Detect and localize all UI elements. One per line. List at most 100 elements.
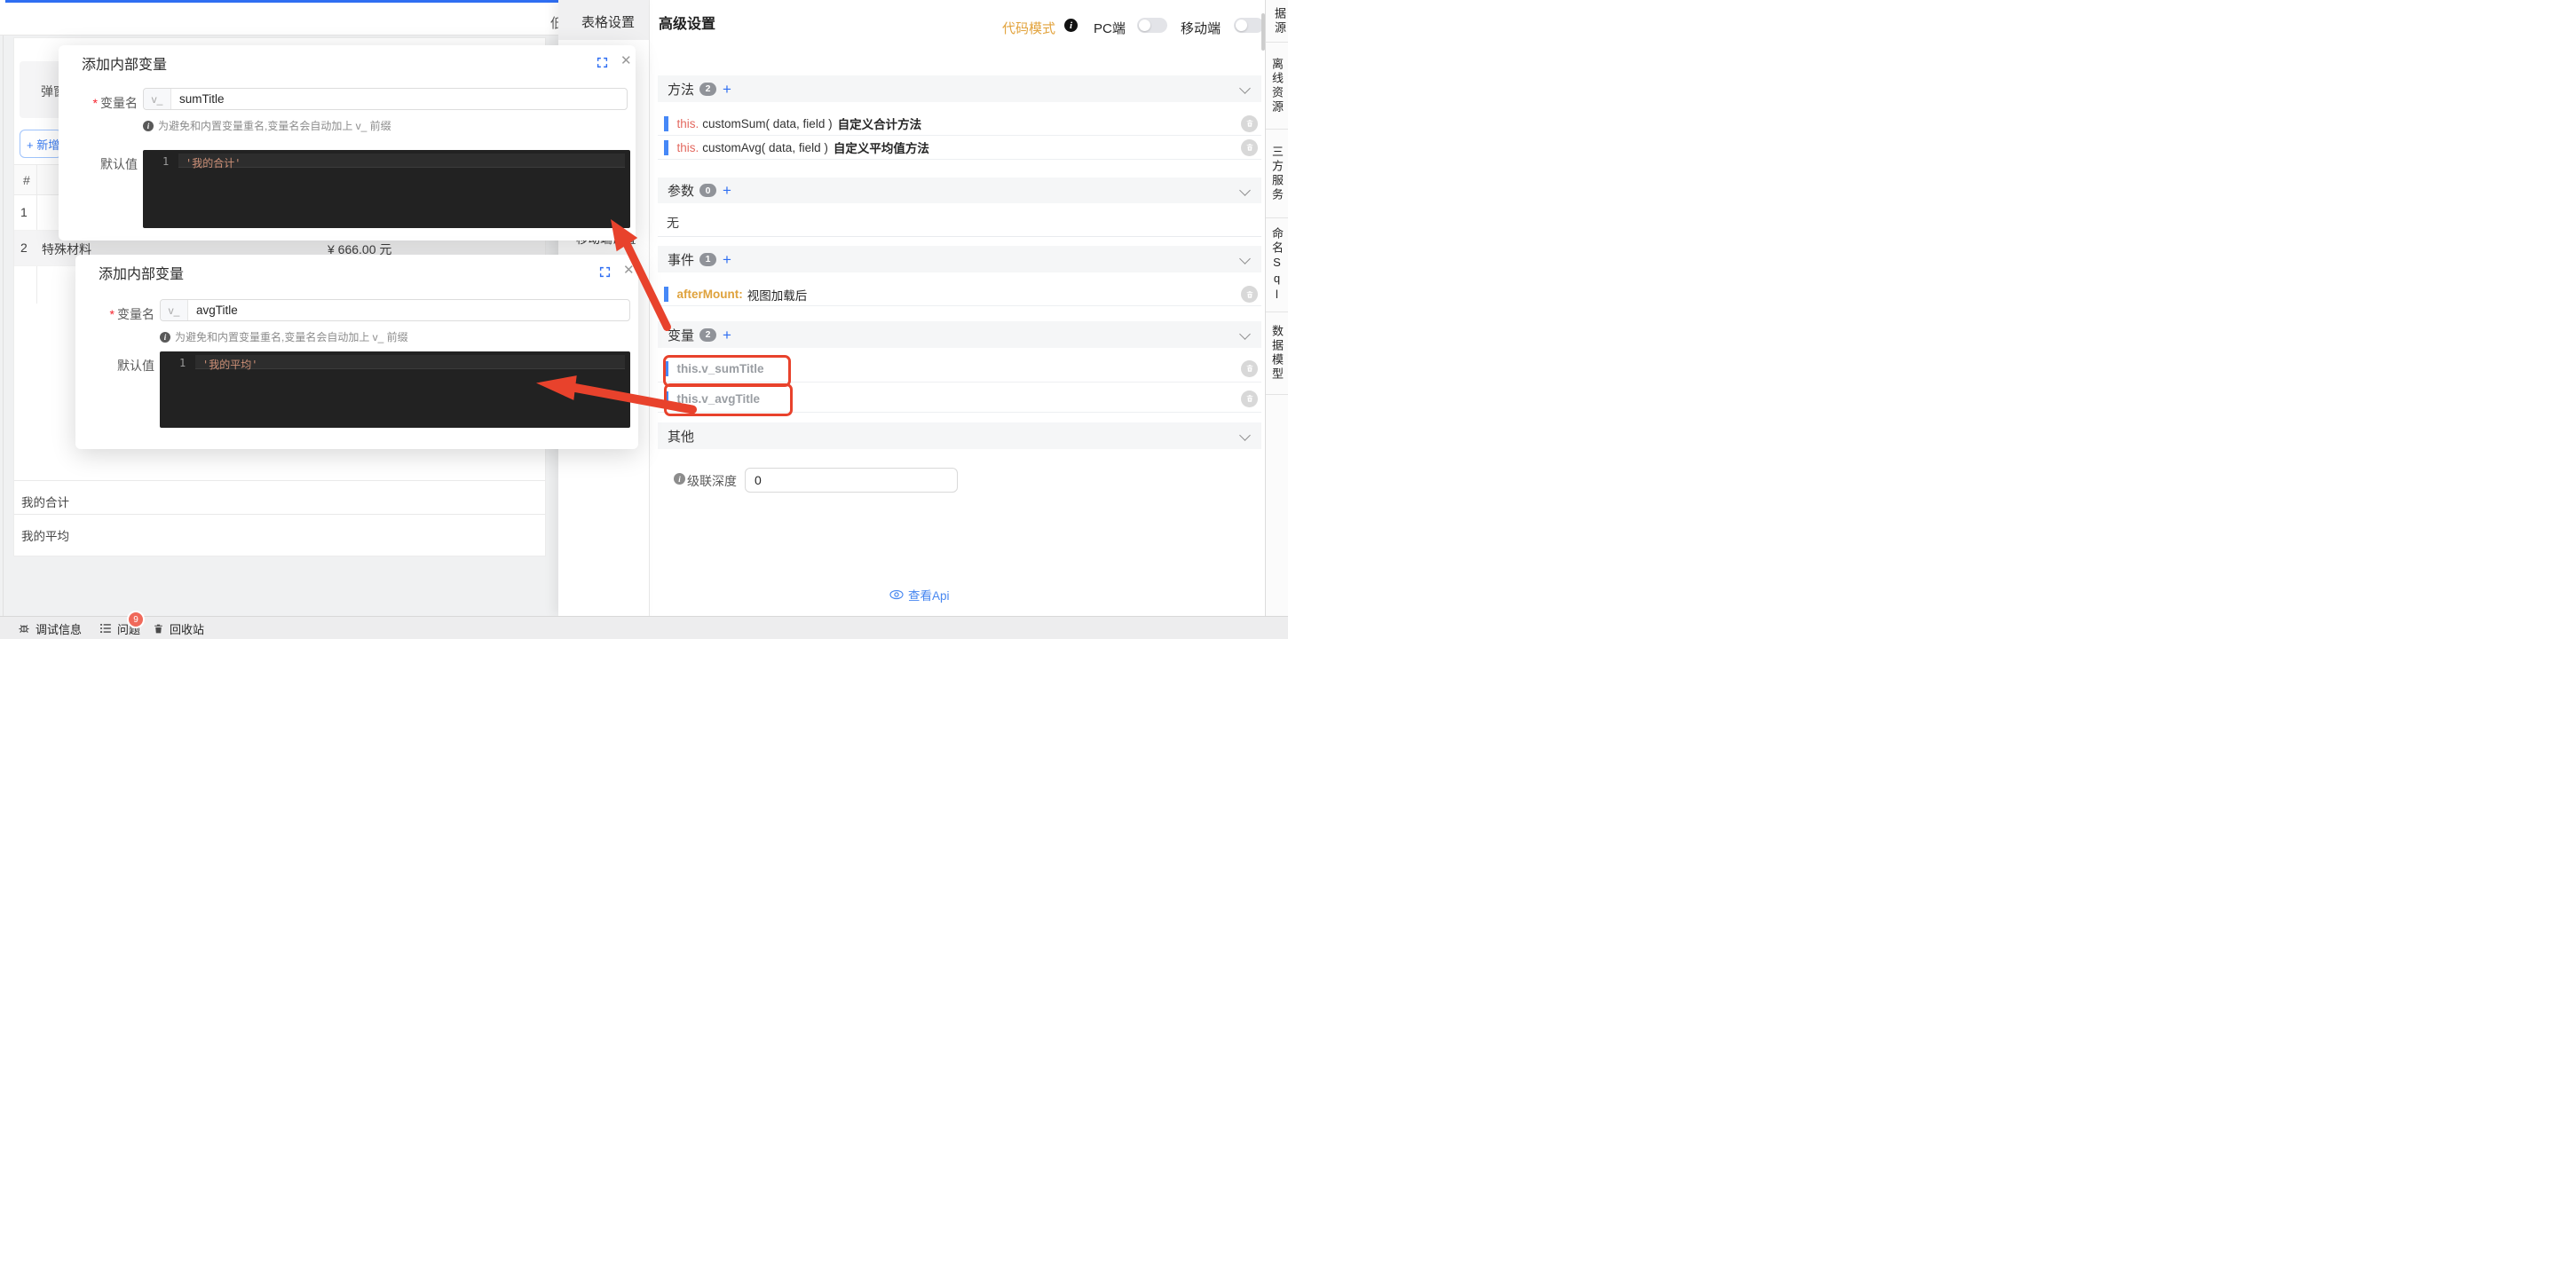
method-desc: 自定义平均值方法 — [833, 142, 929, 155]
default-value-code-editor[interactable]: 1 '我的平均' — [160, 351, 630, 428]
cascade-info-icon[interactable]: i — [674, 473, 685, 485]
method-item-customAvg[interactable]: this. customAvg( data, field ) 自定义平均值方法 — [658, 136, 1261, 160]
section-header-methods[interactable]: 方法 2 + — [658, 75, 1261, 102]
default-value-label: 默认值 — [117, 359, 154, 373]
add-variable-dialog-sum: 添加内部变量 ✕ *变量名 v_ i 为避免和内置变量重名,变量名会自动加上 v… — [59, 45, 636, 241]
add-row-button[interactable]: + 新增 — [20, 130, 62, 158]
view-api-link[interactable]: 查看Api — [889, 586, 950, 604]
panel-title: 高级设置 — [659, 17, 716, 32]
fullscreen-icon[interactable] — [599, 266, 611, 278]
annotation-box-avgTitle — [664, 383, 793, 416]
right-tab-strip: 据源 离线资源 三方服务 命名Sql 数据模型 — [1265, 0, 1288, 616]
method-signature: customAvg( data, field ) — [702, 140, 828, 154]
variable-name-input-group: v_ — [143, 88, 628, 110]
close-icon[interactable]: ✕ — [623, 264, 635, 277]
code-mode-info-icon[interactable]: i — [1064, 19, 1078, 32]
strip-tab-named-sql[interactable]: 命名Sql — [1266, 218, 1288, 312]
params-count-badge: 0 — [699, 184, 717, 197]
delete-method-button[interactable] — [1241, 114, 1258, 132]
variable-name-input[interactable] — [188, 300, 629, 320]
table-settings-title-bar[interactable]: 表格设置 — [558, 0, 649, 40]
add-variable-dialog-avg: 添加内部变量 ✕ *变量名 v_ i 为避免和内置变量重名,变量名会自动加上 v… — [75, 255, 638, 449]
variable-name-label: * 变量名 — [109, 307, 154, 321]
close-icon[interactable]: ✕ — [620, 54, 632, 67]
dialog-title: 添加内部变量 — [82, 58, 168, 73]
required-mark: * — [109, 307, 115, 321]
pc-toggle-knob — [1139, 20, 1150, 31]
cascade-depth-input[interactable] — [745, 468, 958, 493]
variables-add-icon[interactable]: + — [723, 327, 731, 343]
strip-tab-offline-resources[interactable]: 离线资源 — [1266, 43, 1288, 130]
index-column-header: # — [23, 173, 30, 187]
editor-line-number: 1 — [179, 357, 186, 369]
advanced-settings-panel: 高级设置 代码模式 i PC端 移动端 方法 2 + this. customS… — [649, 0, 1265, 616]
strip-tab-third-party-services[interactable]: 三方服务 — [1266, 130, 1288, 218]
divider — [658, 236, 1261, 237]
variables-count-badge: 2 — [699, 327, 717, 342]
bottom-status-bar: 调试信息 问题 9 回收站 — [0, 611, 1288, 639]
mobile-label: 移动端 — [1181, 21, 1221, 36]
section-header-params[interactable]: 参数 0 + — [658, 178, 1261, 203]
params-empty-text: 无 — [667, 216, 679, 230]
required-mark: * — [92, 96, 98, 110]
default-value-code-editor[interactable]: 1 '我的合计' — [143, 150, 630, 228]
pc-toggle[interactable] — [1137, 18, 1167, 33]
others-label: 其他 — [668, 429, 695, 445]
view-api-label: 查看Api — [908, 589, 950, 603]
recycle-bin-button[interactable]: 回收站 — [153, 617, 204, 639]
strip-tab-data-model[interactable]: 数据模型 — [1266, 312, 1288, 395]
chevron-down-icon[interactable] — [1239, 328, 1251, 340]
debug-info-button[interactable]: 调试信息 — [18, 617, 82, 639]
section-header-others[interactable]: 其他 — [658, 422, 1261, 449]
left-divider — [3, 35, 4, 618]
section-header-variables[interactable]: 变量 2 + — [658, 321, 1261, 348]
dialog-title: 添加内部变量 — [99, 267, 185, 282]
summary-sum-label: 我的合计 — [21, 496, 69, 509]
app-root: 低 弹窗 + 新增 # 1 2 特殊材料 ¥ 666.00 元 我的合计 我的平… — [0, 0, 1288, 639]
delete-method-button[interactable] — [1241, 138, 1258, 156]
code-mode-label[interactable]: 代码模式 — [1002, 19, 1055, 37]
method-signature: customSum( data, field ) — [702, 116, 833, 130]
chevron-down-icon[interactable] — [1239, 430, 1251, 441]
item-accent-bar — [664, 139, 668, 155]
list-icon — [99, 623, 111, 634]
delete-event-button[interactable] — [1241, 286, 1258, 303]
chevron-down-icon[interactable] — [1239, 185, 1251, 196]
mobile-toggle-knob — [1236, 20, 1247, 31]
delete-variable-button[interactable] — [1241, 359, 1258, 377]
params-add-icon[interactable]: + — [723, 183, 731, 198]
delete-variable-button[interactable] — [1241, 390, 1258, 407]
chevron-down-icon[interactable] — [1239, 253, 1251, 264]
variable-name-hint: i 为避免和内置变量重名,变量名会自动加上 v_ 前缀 — [143, 118, 391, 133]
default-value-label: 默认值 — [100, 157, 138, 171]
section-header-events[interactable]: 事件 1 + — [658, 246, 1261, 272]
row-index: 2 — [20, 241, 28, 255]
trash-icon — [154, 624, 162, 633]
method-desc: 自定义合计方法 — [837, 118, 922, 131]
method-this-prefix: this. — [676, 140, 699, 154]
active-tab-indicator — [5, 0, 558, 3]
summary-row-avg[interactable]: 我的平均 — [14, 514, 545, 554]
method-item-customSum[interactable]: this. customSum( data, field ) 自定义合计方法 — [658, 112, 1261, 136]
info-icon: i — [160, 331, 170, 343]
variable-name-label: * 变量名 — [92, 96, 138, 110]
issues-count-badge: 9 — [127, 611, 145, 628]
events-add-icon[interactable]: + — [723, 252, 731, 267]
methods-count-badge: 2 — [699, 82, 717, 96]
editor-line-number: 1 — [162, 155, 170, 168]
variable-name-hint: i 为避免和内置变量重名,变量名会自动加上 v_ 前缀 — [160, 329, 408, 344]
fullscreen-icon[interactable] — [597, 57, 608, 68]
variable-name-input[interactable] — [171, 89, 627, 109]
mobile-toggle[interactable] — [1234, 18, 1264, 33]
variable-prefix: v_ — [161, 300, 188, 320]
item-accent-bar — [664, 115, 668, 131]
summary-row-sum[interactable]: 我的合计 — [14, 480, 545, 515]
bug-icon — [19, 625, 29, 634]
methods-add-icon[interactable]: + — [723, 82, 731, 97]
strip-tab-datasource[interactable]: 据源 — [1266, 0, 1288, 43]
chevron-down-icon[interactable] — [1239, 83, 1251, 94]
event-item-afterMount[interactable]: afterMount: 视图加载后 — [658, 283, 1261, 306]
params-label: 参数 — [668, 184, 695, 199]
events-count-badge: 1 — [699, 252, 717, 266]
pc-label: PC端 — [1094, 21, 1126, 36]
